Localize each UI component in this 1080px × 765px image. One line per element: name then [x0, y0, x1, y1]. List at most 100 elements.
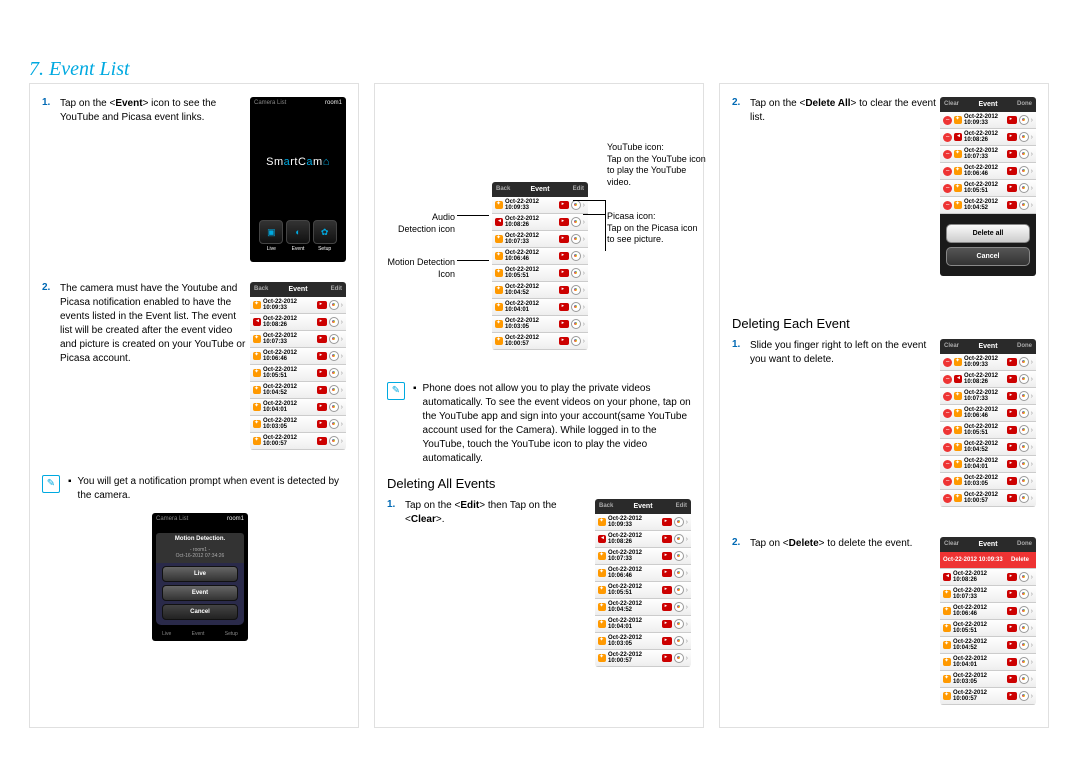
youtube-icon[interactable] [1007, 460, 1017, 468]
delete-minus-icon[interactable]: − [943, 426, 952, 435]
youtube-icon[interactable] [1007, 426, 1017, 434]
youtube-icon[interactable] [662, 620, 672, 628]
youtube-icon[interactable] [559, 201, 569, 209]
event-row[interactable]: Oct-22-2012 10:08:26› [250, 314, 346, 331]
picasa-icon[interactable] [329, 368, 339, 378]
picasa-icon[interactable] [1019, 200, 1029, 210]
event-row[interactable]: Oct-22-2012 10:09:33› [595, 514, 691, 531]
delete-minus-icon[interactable]: − [943, 477, 952, 486]
picasa-icon[interactable] [1019, 183, 1029, 193]
event-row[interactable]: Oct-22-2012 10:04:01› [595, 616, 691, 633]
picasa-icon[interactable] [1019, 425, 1029, 435]
youtube-icon[interactable] [662, 637, 672, 645]
picasa-icon[interactable] [1019, 572, 1029, 582]
youtube-icon[interactable] [662, 603, 672, 611]
picasa-icon[interactable] [329, 419, 339, 429]
event-row[interactable]: Oct-22-2012 10:09:33Delete [940, 552, 1036, 569]
event-row[interactable]: Oct-22-2012 10:05:51› [250, 365, 346, 382]
delete-minus-icon[interactable]: − [943, 201, 952, 210]
picasa-icon[interactable] [1019, 476, 1029, 486]
event-row[interactable]: −Oct-22-2012 10:04:52› [940, 197, 1036, 214]
delete-minus-icon[interactable]: − [943, 150, 952, 159]
picasa-icon[interactable] [1019, 493, 1029, 503]
picasa-icon[interactable] [329, 334, 339, 344]
picasa-icon[interactable] [1019, 149, 1029, 159]
youtube-icon[interactable] [559, 303, 569, 311]
setup-icon[interactable]: ✿ [313, 220, 337, 244]
event-row[interactable]: Oct-22-2012 10:03:05› [595, 633, 691, 650]
event-row[interactable]: Oct-22-2012 10:03:05› [250, 416, 346, 433]
event-row[interactable]: Oct-22-2012 10:04:52› [492, 282, 588, 299]
delete-minus-icon[interactable]: − [943, 184, 952, 193]
event-row[interactable]: Oct-22-2012 10:07:33› [940, 586, 1036, 603]
event-row[interactable]: Oct-22-2012 10:04:52› [940, 637, 1036, 654]
cancel-button[interactable]: Cancel [162, 604, 238, 620]
event-row[interactable]: Oct-22-2012 10:06:46› [595, 565, 691, 582]
event-row[interactable]: −Oct-22-2012 10:05:51› [940, 422, 1036, 439]
youtube-icon[interactable] [1007, 116, 1017, 124]
youtube-icon[interactable] [1007, 692, 1017, 700]
event-row[interactable]: −Oct-22-2012 10:07:33› [940, 388, 1036, 405]
event-row[interactable]: Oct-22-2012 10:08:26› [940, 569, 1036, 586]
picasa-icon[interactable] [1019, 132, 1029, 142]
picasa-icon[interactable] [674, 636, 684, 646]
picasa-icon[interactable] [674, 585, 684, 595]
youtube-icon[interactable] [1007, 150, 1017, 158]
picasa-icon[interactable] [1019, 623, 1029, 633]
event-row[interactable]: Oct-22-2012 10:03:05› [940, 671, 1036, 688]
event-row[interactable]: −Oct-22-2012 10:03:05› [940, 473, 1036, 490]
youtube-icon[interactable] [1007, 477, 1017, 485]
youtube-icon[interactable] [1007, 641, 1017, 649]
picasa-icon[interactable] [1019, 674, 1029, 684]
youtube-icon[interactable] [559, 235, 569, 243]
delete-minus-icon[interactable]: − [943, 116, 952, 125]
picasa-icon[interactable] [1019, 408, 1029, 418]
youtube-icon[interactable] [662, 518, 672, 526]
youtube-icon[interactable] [1007, 658, 1017, 666]
youtube-icon[interactable] [559, 320, 569, 328]
live-button[interactable]: Live [162, 566, 238, 582]
event-row[interactable]: −Oct-22-2012 10:09:33› [940, 354, 1036, 371]
youtube-icon[interactable] [317, 386, 327, 394]
youtube-icon[interactable] [662, 535, 672, 543]
youtube-icon[interactable] [1007, 358, 1017, 366]
picasa-icon[interactable] [674, 534, 684, 544]
delete-minus-icon[interactable]: − [943, 167, 952, 176]
youtube-icon[interactable] [317, 437, 327, 445]
event-row[interactable]: −Oct-22-2012 10:04:01› [940, 456, 1036, 473]
youtube-icon[interactable] [1007, 494, 1017, 502]
event-row[interactable]: Oct-22-2012 10:00:57› [492, 333, 588, 350]
picasa-icon[interactable] [1019, 640, 1029, 650]
delete-minus-icon[interactable]: − [943, 358, 952, 367]
event-row[interactable]: Oct-22-2012 10:00:57› [250, 433, 346, 450]
youtube-icon[interactable] [317, 352, 327, 360]
picasa-icon[interactable] [1019, 374, 1029, 384]
picasa-icon[interactable] [674, 517, 684, 527]
event-row[interactable]: −Oct-22-2012 10:05:51› [940, 180, 1036, 197]
picasa-icon[interactable] [674, 653, 684, 663]
event-row[interactable]: −Oct-22-2012 10:04:52› [940, 439, 1036, 456]
event-row[interactable]: Oct-22-2012 10:06:46› [940, 603, 1036, 620]
youtube-icon[interactable] [1007, 133, 1017, 141]
event-row[interactable]: Oct-22-2012 10:07:33› [595, 548, 691, 565]
event-row[interactable]: Oct-22-2012 10:03:05› [492, 316, 588, 333]
youtube-icon[interactable] [559, 269, 569, 277]
delete-minus-icon[interactable]: − [943, 443, 952, 452]
youtube-icon[interactable] [317, 301, 327, 309]
event-row[interactable]: −Oct-22-2012 10:08:26› [940, 129, 1036, 146]
delete-minus-icon[interactable]: − [943, 133, 952, 142]
youtube-icon[interactable] [317, 318, 327, 326]
picasa-icon[interactable] [674, 619, 684, 629]
youtube-icon[interactable] [1007, 167, 1017, 175]
event-row[interactable]: Oct-22-2012 10:04:01› [940, 654, 1036, 671]
youtube-icon[interactable] [1007, 443, 1017, 451]
youtube-icon[interactable] [559, 252, 569, 260]
event-row[interactable]: Oct-22-2012 10:04:52› [595, 599, 691, 616]
picasa-icon[interactable] [329, 436, 339, 446]
youtube-icon[interactable] [1007, 675, 1017, 683]
event-row[interactable]: Oct-22-2012 10:05:51› [492, 265, 588, 282]
event-icon[interactable]: ◐ [286, 220, 310, 244]
youtube-icon[interactable] [1007, 624, 1017, 632]
youtube-icon[interactable] [662, 586, 672, 594]
youtube-icon[interactable] [559, 337, 569, 345]
